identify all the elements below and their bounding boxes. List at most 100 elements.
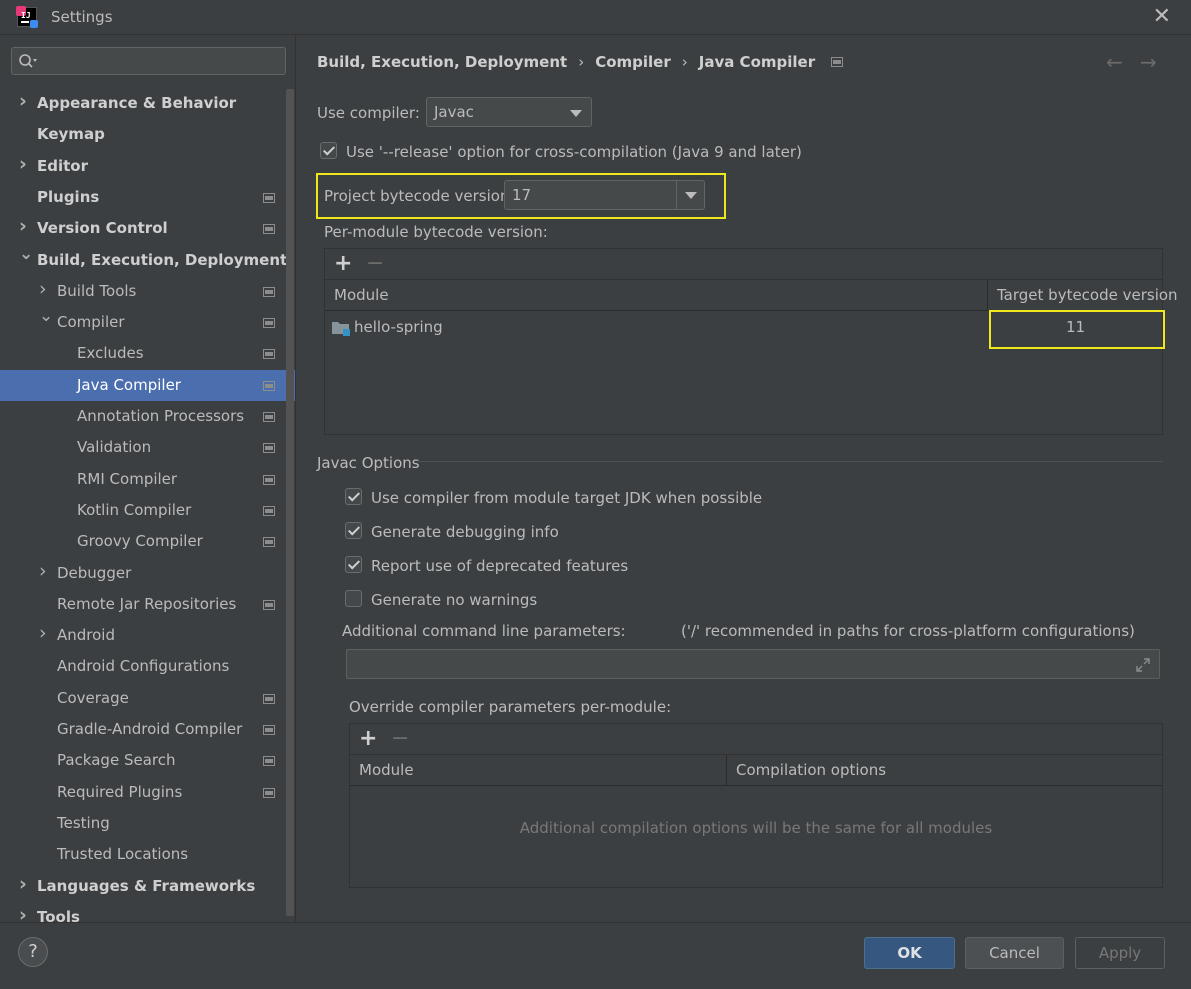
module-name: hello-spring (354, 318, 443, 336)
release-option-checkbox[interactable] (320, 142, 337, 159)
javac-options-title: Javac Options (317, 454, 420, 472)
sidebar-item-android-configurations[interactable]: Android Configurations (0, 651, 295, 682)
sidebar-item-plugins[interactable]: Plugins (0, 182, 295, 213)
use-compiler-value: Javac (434, 103, 474, 121)
column-compilation-options[interactable]: Compilation options (727, 755, 1163, 785)
search-input[interactable] (11, 47, 286, 75)
column-target-bytecode[interactable]: Target bytecode version (988, 280, 1178, 310)
debugging-info-checkbox[interactable] (345, 522, 362, 539)
sidebar-item-label: Compiler (57, 313, 125, 332)
remove-icon[interactable]: − (391, 726, 409, 751)
close-icon[interactable]: ✕ (1153, 4, 1171, 29)
additional-params-hint: ('/' recommended in paths for cross-plat… (681, 622, 1135, 640)
dialog-footer: ? OK Cancel Apply (0, 922, 1191, 989)
no-warnings-checkbox[interactable] (345, 590, 362, 607)
settings-sidebar: › Appearance & Behavior Keymap › Editor Plugi… (0, 35, 296, 926)
sidebar-item-package-search[interactable]: Package Search (0, 745, 295, 776)
sidebar-item-rmi-compiler[interactable]: RMI Compiler (0, 464, 295, 495)
sidebar-item-build-execution-deployment[interactable]: ⌄ Build, Execution, Deployment (0, 244, 295, 276)
project-settings-icon (263, 286, 275, 297)
sidebar-item-label: Kotlin Compiler (77, 500, 192, 519)
sidebar-item-keymap[interactable]: Keymap (0, 119, 295, 150)
sidebar-scrollbar[interactable] (286, 89, 294, 916)
column-module[interactable]: Module (325, 280, 988, 310)
sidebar-item-label: Plugins (37, 187, 100, 206)
sidebar-item-label: Version Control (37, 219, 168, 238)
debugging-info-label: Generate debugging info (371, 523, 559, 541)
sidebar-item-validation[interactable]: Validation (0, 432, 295, 463)
project-bytecode-select[interactable]: 17 (504, 180, 705, 210)
sidebar-item-label: Appearance & Behavior (37, 94, 237, 112)
expand-icon[interactable] (1135, 657, 1151, 673)
sidebar-item-languages-frameworks[interactable]: › Languages & Frameworks (0, 871, 295, 902)
sidebar-item-label: Annotation Processors (77, 407, 245, 425)
additional-params-input[interactable] (346, 649, 1160, 679)
sidebar-item-appearance-behavior[interactable]: › Appearance & Behavior (0, 88, 295, 119)
deprecated-features-label: Report use of deprecated features (371, 557, 629, 575)
chevron-right-icon[interactable]: › (19, 869, 31, 900)
sidebar-item-label: Groovy Compiler (77, 532, 203, 551)
sidebar-item-label: Keymap (37, 125, 105, 144)
project-settings-icon (263, 412, 275, 422)
chevron-right-icon[interactable]: › (39, 618, 51, 649)
use-compiler-select[interactable]: Javac (426, 97, 592, 127)
project-settings-icon (263, 192, 275, 203)
table-toolbar: + − (350, 724, 1162, 755)
sidebar-item-editor[interactable]: › Editor (0, 151, 295, 182)
project-settings-icon (263, 725, 275, 735)
sidebar-item-testing[interactable]: Testing (0, 808, 295, 839)
back-arrow-icon[interactable]: ← (1106, 50, 1123, 74)
sidebar-item-label: Remote Jar Repositories (57, 594, 237, 613)
override-label: Override compiler parameters per-module: (349, 698, 672, 716)
chevron-down-icon (685, 192, 697, 199)
sidebar-item-label: Debugger (57, 563, 132, 582)
help-icon[interactable]: ? (18, 937, 48, 967)
sidebar-item-gradle-android-compiler[interactable]: Gradle-Android Compiler (0, 714, 295, 745)
sidebar-item-remote-jar-repositories[interactable]: Remote Jar Repositories (0, 589, 295, 620)
chevron-right-icon[interactable]: › (19, 86, 31, 117)
ok-button[interactable]: OK (864, 937, 955, 969)
sidebar-item-version-control[interactable]: › Version Control (0, 213, 295, 244)
sidebar-item-annotation-processors[interactable]: Annotation Processors (0, 401, 295, 432)
add-icon[interactable]: + (334, 251, 352, 276)
project-settings-icon (263, 505, 275, 516)
breadcrumb-java-compiler: Java Compiler (698, 53, 816, 71)
sidebar-item-label: Android Configurations (57, 657, 230, 676)
sidebar-item-excludes[interactable]: Excludes (0, 338, 295, 369)
sidebar-item-trusted-locations[interactable]: Trusted Locations (0, 839, 295, 870)
sidebar-item-label: Java Compiler (77, 375, 181, 394)
project-settings-icon (263, 537, 275, 548)
sidebar-item-debugger[interactable]: › Debugger (0, 558, 295, 589)
column-module[interactable]: Module (350, 755, 727, 785)
use-module-jdk-checkbox[interactable] (345, 488, 362, 505)
chevron-down-icon[interactable]: ⌄ (19, 239, 33, 270)
sidebar-item-kotlin-compiler[interactable]: Kotlin Compiler (0, 495, 295, 526)
remove-icon[interactable]: − (366, 251, 384, 276)
sidebar-item-compiler[interactable]: ⌄ Compiler (0, 306, 295, 338)
chevron-right-icon[interactable]: › (19, 149, 31, 180)
chevron-down-icon[interactable]: ⌄ (39, 301, 53, 332)
sidebar-item-required-plugins[interactable]: Required Plugins (0, 777, 295, 808)
sidebar-item-label: Languages & Frameworks (37, 876, 256, 895)
breadcrumb-build[interactable]: Build, Execution, Deployment (317, 53, 567, 71)
sidebar-item-java-compiler[interactable]: Java Compiler (0, 369, 295, 401)
table-header: Module Compilation options (350, 755, 1162, 786)
add-icon[interactable]: + (359, 726, 377, 751)
sidebar-item-groovy-compiler[interactable]: Groovy Compiler (0, 526, 295, 557)
breadcrumb-compiler[interactable]: Compiler (595, 53, 671, 71)
use-compiler-label: Use compiler: (317, 104, 420, 122)
cancel-button[interactable]: Cancel (965, 937, 1064, 969)
intellij-logo-icon: IJ (16, 6, 38, 28)
project-settings-icon (263, 756, 275, 767)
project-settings-icon (263, 693, 275, 704)
use-module-jdk-label: Use compiler from module target JDK when… (371, 489, 763, 507)
section-divider (419, 461, 1163, 462)
deprecated-features-checkbox[interactable] (345, 556, 362, 573)
project-settings-icon (263, 599, 275, 610)
breadcrumb-separator: › (578, 53, 585, 71)
chevron-right-icon[interactable]: › (39, 556, 51, 587)
forward-arrow-icon[interactable]: → (1140, 50, 1157, 74)
apply-button[interactable]: Apply (1075, 937, 1165, 969)
sidebar-item-android[interactable]: › Android (0, 620, 295, 651)
sidebar-item-coverage[interactable]: Coverage (0, 683, 295, 714)
